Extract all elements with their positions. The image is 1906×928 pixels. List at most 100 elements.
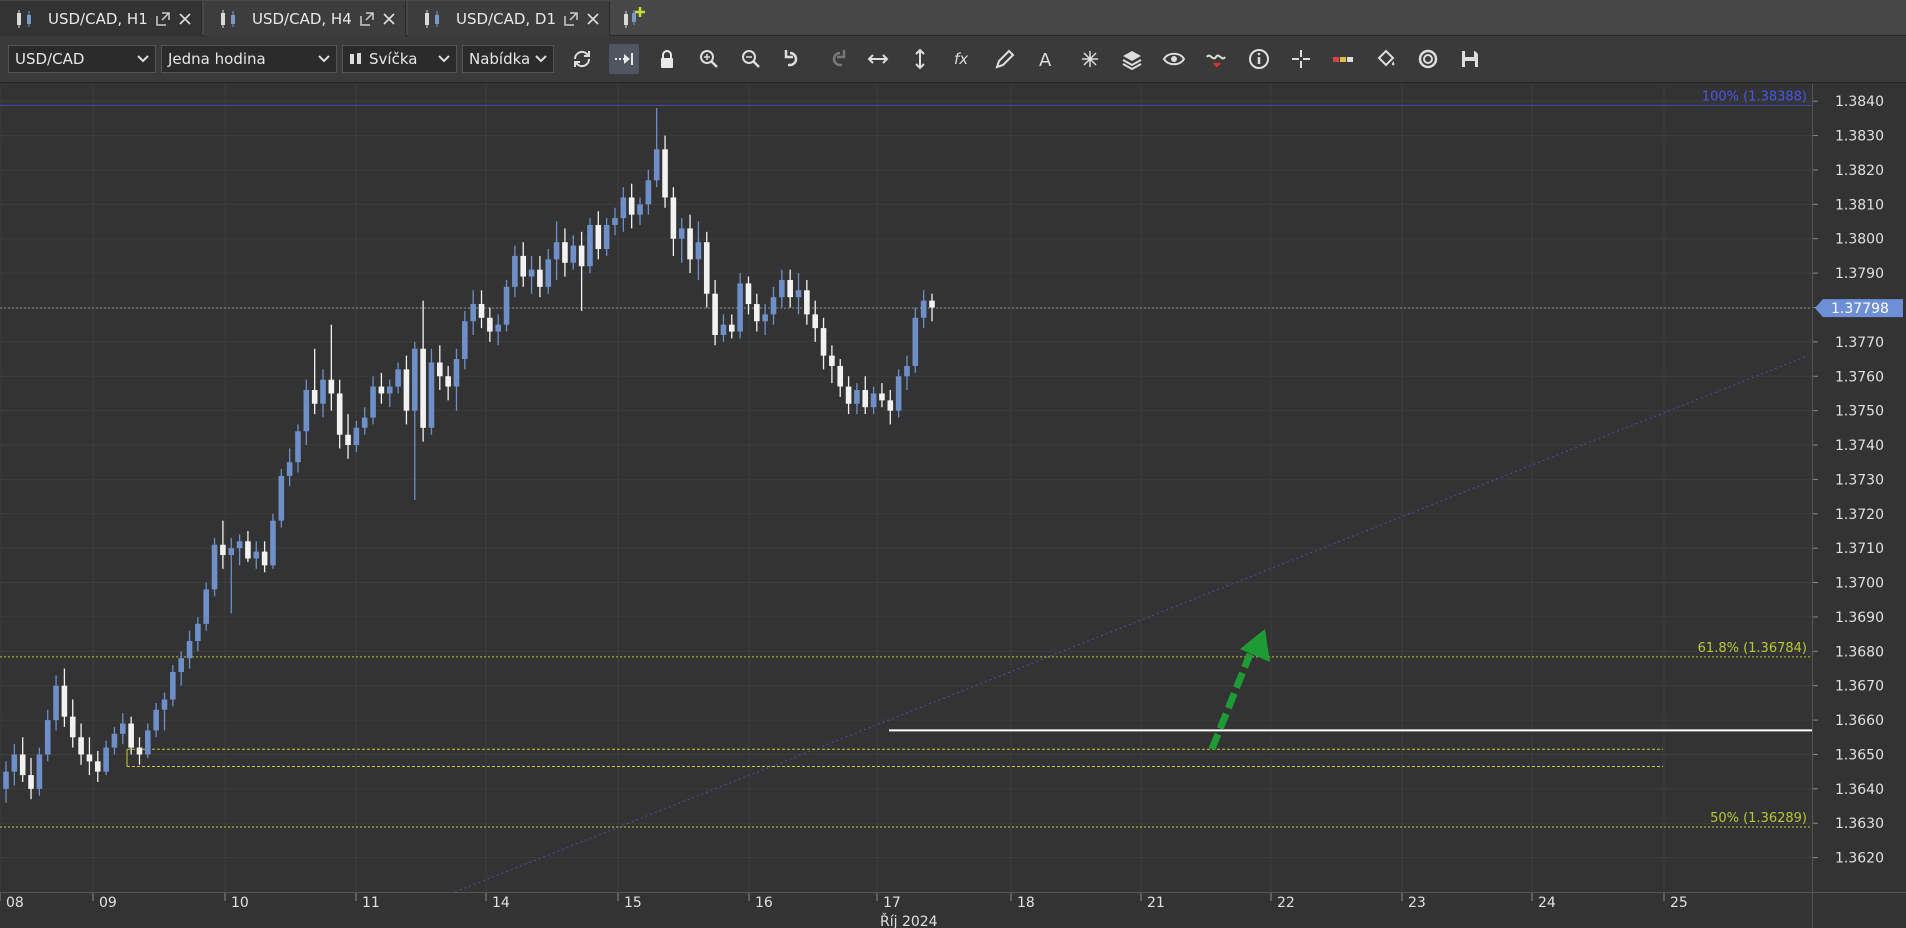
refresh-button[interactable] [567, 44, 597, 74]
price-side-value: Nabídka [469, 50, 531, 68]
candle-body [78, 737, 84, 755]
time-tick-label: 25 [1670, 895, 1688, 911]
candle-body [403, 369, 410, 411]
autoscroll-icon [615, 53, 633, 65]
crosshair-button[interactable] [1286, 44, 1316, 74]
time-tick-label: 21 [1147, 895, 1165, 911]
candle-body [528, 269, 535, 277]
price-tick-label: 1.3750 [1835, 404, 1884, 420]
add-chart-tab-icon[interactable] [620, 5, 646, 31]
price-tick-label: 1.3800 [1835, 232, 1884, 248]
candle-body [386, 386, 393, 394]
autoscroll-button[interactable] [609, 44, 639, 74]
undo-button[interactable] [779, 44, 809, 74]
template-button[interactable] [1413, 44, 1443, 74]
candle [119, 713, 126, 745]
text-tool-button[interactable]: A [1032, 44, 1062, 74]
candle [311, 348, 318, 415]
close-icon[interactable] [381, 11, 397, 27]
chart-svg[interactable]: 100% (1.38388) 61.8% (1.36784) 50% (1.3628… [0, 84, 1812, 893]
time-tick-label: 18 [1017, 895, 1035, 911]
paint-bucket-button[interactable] [1371, 44, 1401, 74]
popout-icon[interactable] [359, 11, 375, 27]
horizontal-resize-button[interactable] [863, 44, 893, 74]
trade-levels-button[interactable] [1328, 44, 1358, 74]
candle-body [186, 641, 193, 659]
candle [612, 207, 618, 236]
candle-body [228, 548, 235, 556]
candle-body [887, 400, 894, 411]
candle [578, 231, 585, 311]
tab-usdcad-h1[interactable]: USD/CAD, H1 [0, 1, 202, 36]
pattern-button[interactable] [1075, 44, 1105, 74]
time-tick-label: 08 [6, 895, 24, 911]
period-select[interactable]: Jedna hodina [161, 45, 337, 73]
zoom-in-button[interactable] [694, 44, 724, 74]
candle [86, 737, 93, 776]
pencil-button[interactable] [990, 44, 1020, 74]
price-tick-label: 1.3730 [1835, 472, 1884, 488]
price-tick-label: 1.3820 [1835, 163, 1884, 179]
candle-body [695, 242, 702, 260]
tab-usdcad-h4[interactable]: USD/CAD, H4 [204, 1, 406, 36]
candle-body [270, 520, 276, 566]
candle [53, 675, 59, 731]
candle [570, 235, 577, 270]
candle-body [912, 317, 919, 366]
price-tick-label: 1.3810 [1835, 197, 1884, 213]
undo-icon [784, 50, 798, 67]
candle [495, 314, 501, 346]
time-tick-label: 23 [1408, 895, 1426, 911]
price-tick-label: 1.3720 [1835, 507, 1884, 523]
candle-body [845, 386, 852, 404]
layers-icon [1122, 51, 1142, 71]
layers-button[interactable] [1117, 44, 1147, 74]
candle [94, 751, 101, 782]
candle [303, 379, 310, 446]
time-axis-svg: 08 09 10 11 14 15 16 17 18 21 22 23 24 25 Říj 2024 [0, 893, 1688, 928]
wave-indicator-button[interactable] [1202, 44, 1232, 74]
save-button[interactable] [1455, 44, 1485, 74]
candle-body [153, 709, 159, 731]
candle [720, 314, 727, 342]
vertical-resize-button[interactable] [905, 44, 935, 74]
zoom-out-button[interactable] [736, 44, 766, 74]
candle [136, 737, 143, 765]
indicator-fx-button[interactable]: fx [948, 44, 978, 74]
chart-type-select[interactable]: Svíčka [342, 45, 457, 73]
candle [44, 709, 51, 762]
candle-body [453, 359, 460, 387]
trading-platform-window: USD/CAD, H1 USD/CAD, H4 USD/CAD, D1 USD/… [0, 0, 1906, 928]
popout-icon[interactable] [563, 11, 579, 27]
zoom-in-icon [700, 50, 718, 68]
chart-canvas[interactable]: 100% (1.38388) 61.8% (1.36784) 50% (1.3628… [0, 84, 1812, 893]
price-tick-label: 1.3650 [1835, 747, 1884, 763]
time-tick-label: 17 [883, 895, 901, 911]
eye-button[interactable] [1159, 44, 1189, 74]
info-button[interactable] [1244, 44, 1274, 74]
price-side-select[interactable]: Nabídka [462, 45, 554, 73]
lock-button[interactable] [652, 44, 682, 74]
candle-body [812, 314, 819, 329]
price-tick-label: 1.3770 [1835, 335, 1884, 351]
time-tick-label: 15 [624, 895, 642, 911]
time-tick-label: 16 [755, 895, 773, 911]
candle [19, 737, 26, 782]
paint-bucket-icon [1377, 49, 1395, 67]
candle [103, 740, 109, 776]
popout-icon[interactable] [155, 11, 171, 27]
close-icon[interactable] [177, 11, 193, 27]
candle-body [804, 290, 810, 315]
price-tick-label: 1.3630 [1835, 816, 1884, 832]
close-icon[interactable] [585, 11, 601, 27]
tab-usdcad-d1[interactable]: USD/CAD, D1 [408, 1, 610, 36]
instrument-select[interactable]: USD/CAD [8, 45, 156, 73]
candle [61, 668, 68, 727]
time-axis[interactable]: 08 09 10 11 14 15 16 17 18 21 22 23 24 25 Říj 2024 [0, 892, 1812, 928]
candle-body [837, 365, 844, 387]
price-axis[interactable]: 1.3620 1.3630 1.3640 1.3650 1.3660 1.3670 1.36… [1812, 84, 1906, 892]
time-tick-label: 24 [1538, 895, 1556, 911]
candle-body [854, 390, 860, 404]
pencil-icon [995, 49, 1015, 69]
redo-button[interactable] [821, 44, 851, 74]
